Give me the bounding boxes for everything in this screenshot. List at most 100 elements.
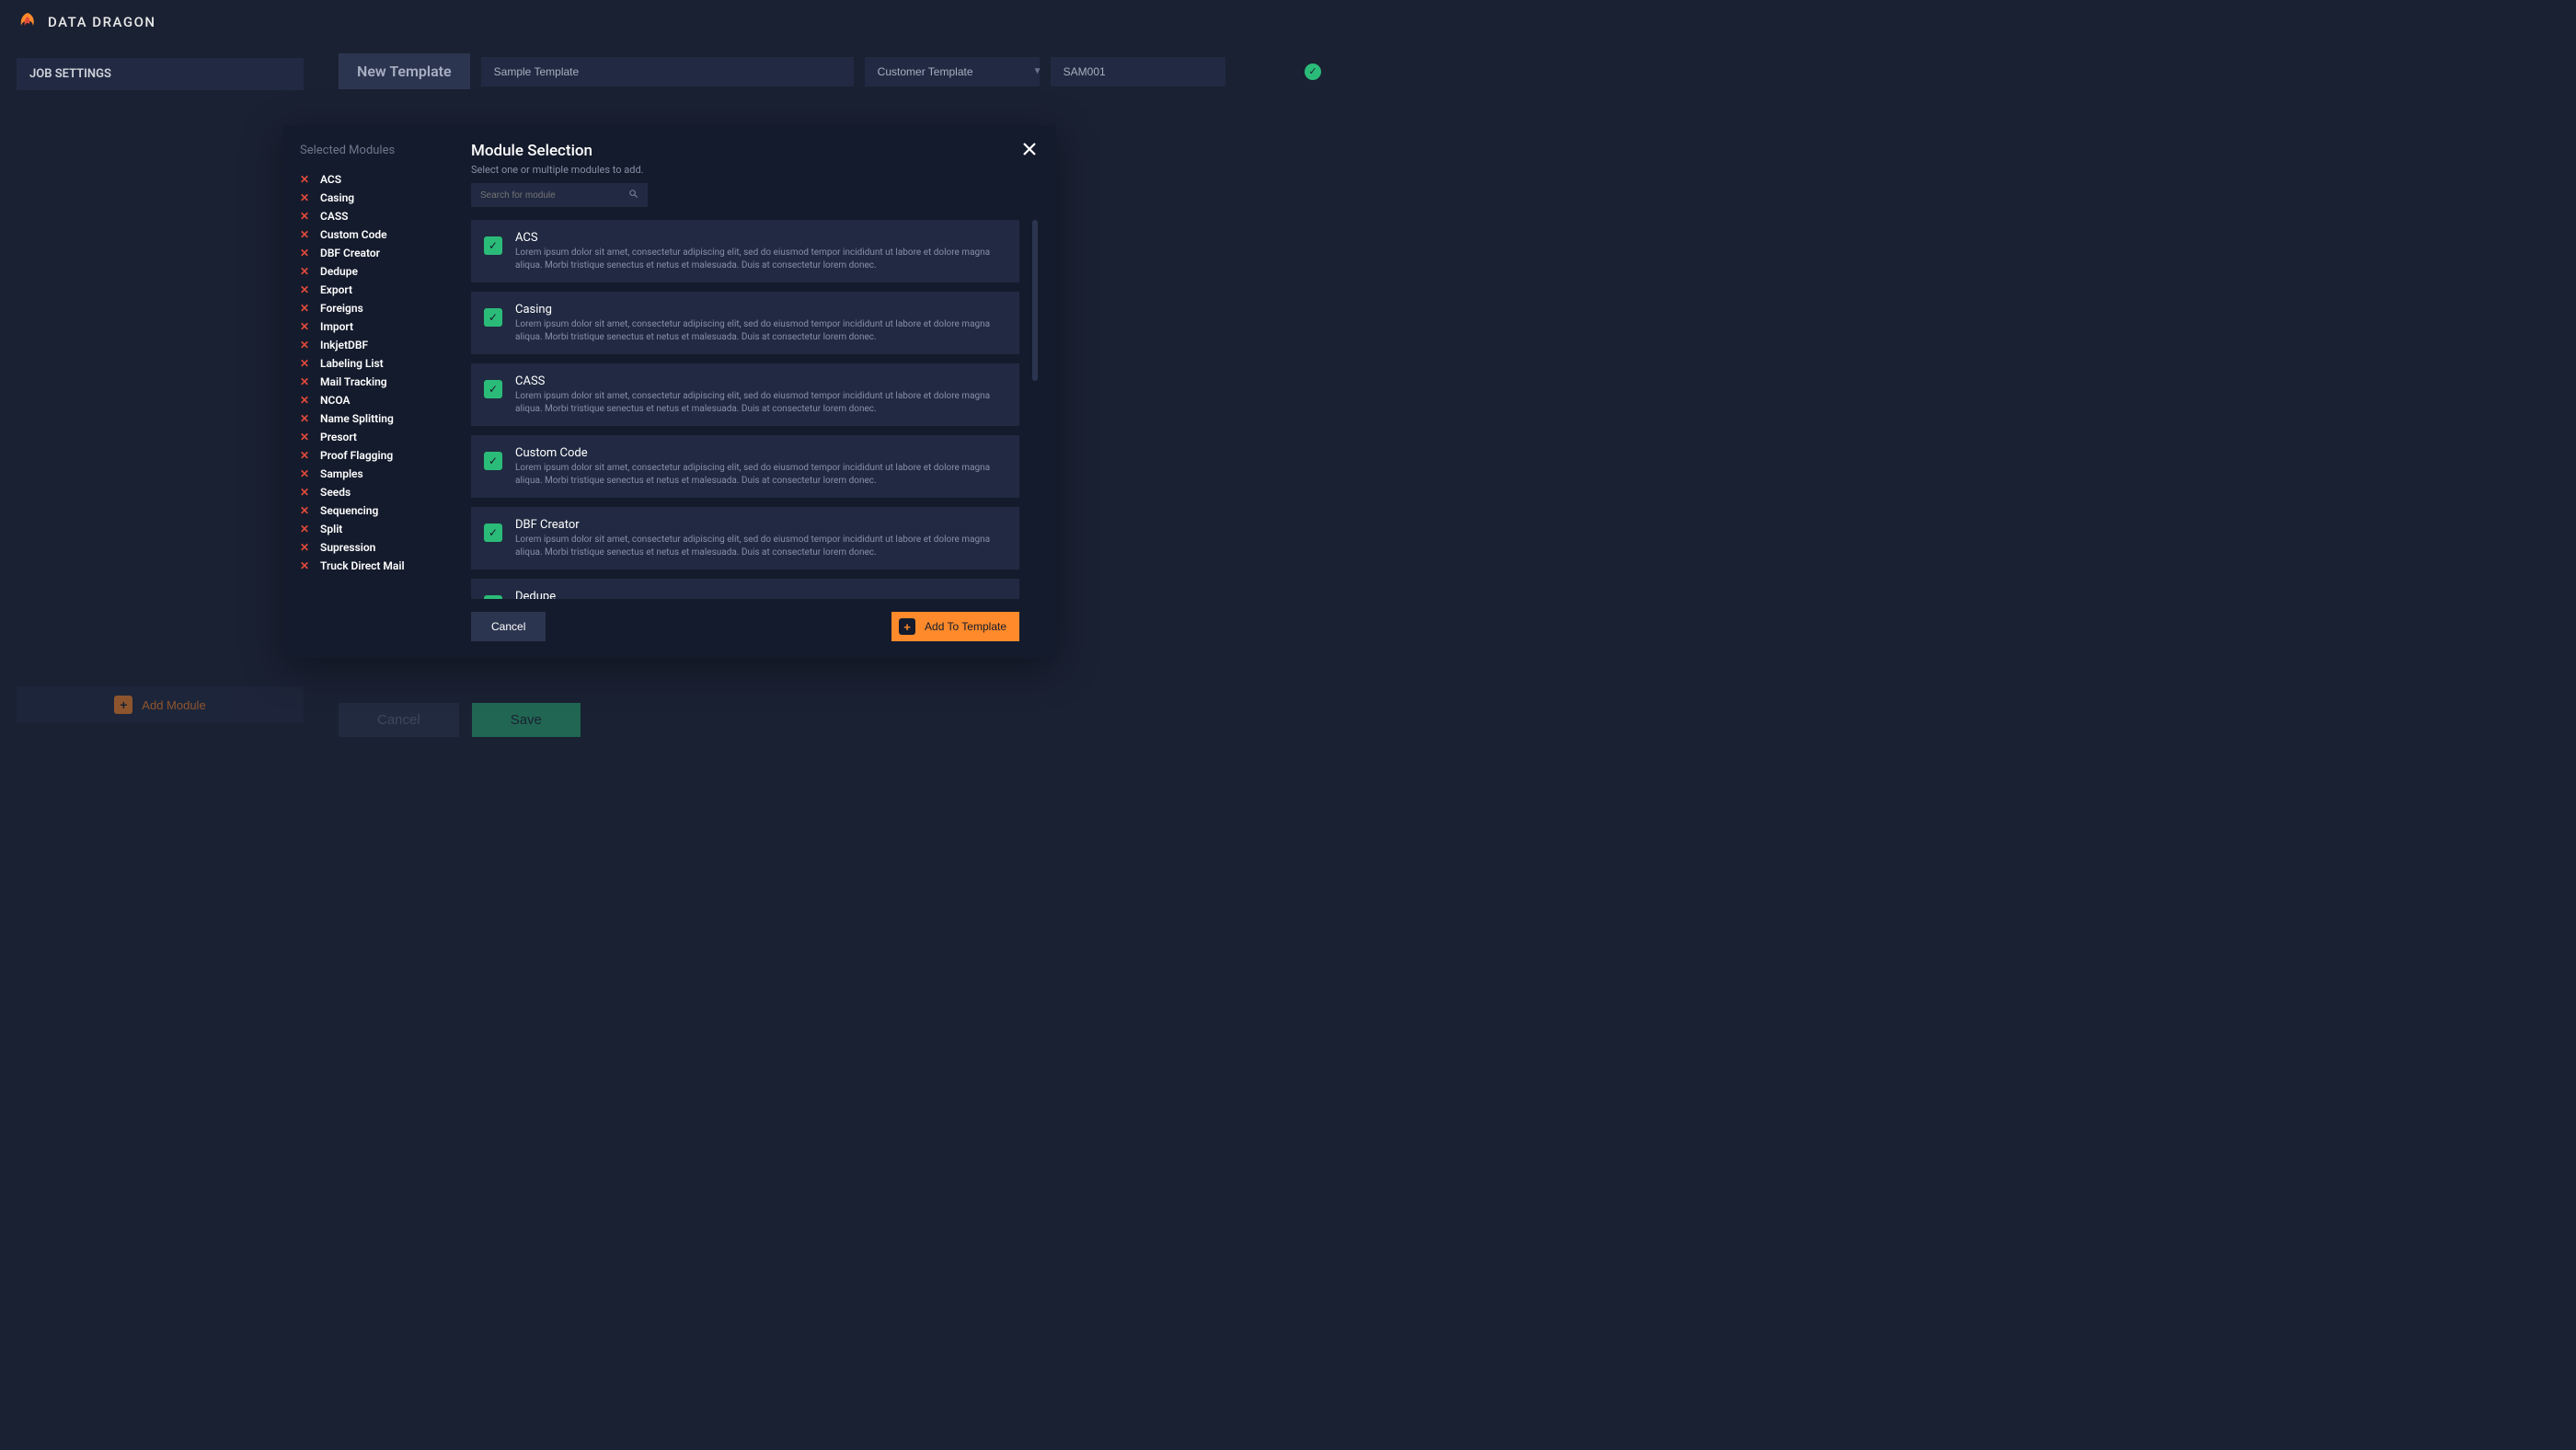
- remove-icon[interactable]: ✕: [300, 449, 311, 462]
- module-desc: Lorem ipsum dolor sit amet, consectetur …: [515, 462, 1006, 487]
- selected-module-item[interactable]: ✕ Supression: [300, 538, 442, 557]
- remove-icon[interactable]: ✕: [300, 320, 311, 333]
- footer-save-button[interactable]: Save: [472, 703, 581, 737]
- selected-module-label: DBF Creator: [320, 247, 380, 259]
- module-desc: Lorem ipsum dolor sit amet, consectetur …: [515, 534, 1006, 558]
- footer-cancel-button[interactable]: Cancel: [339, 703, 459, 737]
- module-card[interactable]: ✓ Custom Code Lorem ipsum dolor sit amet, …: [471, 435, 1019, 498]
- selected-module-item[interactable]: ✕ DBF Creator: [300, 244, 442, 262]
- sample-template-input[interactable]: [481, 57, 854, 86]
- selected-module-item[interactable]: ✕ Name Splitting: [300, 409, 442, 428]
- sam-input[interactable]: [1051, 57, 1225, 86]
- selected-module-label: Supression: [320, 541, 375, 554]
- selected-module-label: ACS: [320, 173, 341, 186]
- selected-module-item[interactable]: ✕Truck Direct Mail: [300, 557, 442, 575]
- selected-module-label: Samples: [320, 467, 363, 480]
- remove-icon[interactable]: ✕: [300, 339, 311, 351]
- close-icon[interactable]: [1021, 140, 1038, 162]
- module-desc: Lorem ipsum dolor sit amet, consectetur …: [515, 390, 1006, 415]
- selected-module-item[interactable]: ✕Dedupe: [300, 262, 442, 281]
- remove-icon[interactable]: ✕: [300, 523, 311, 535]
- modal-subtitle: Select one or multiple modules to add.: [471, 164, 1038, 176]
- selected-module-label: Name Splitting: [320, 412, 394, 425]
- customer-template-select[interactable]: ▼: [865, 57, 1040, 86]
- module-card[interactable]: ✓ CASS Lorem ipsum dolor sit amet, consect…: [471, 363, 1019, 426]
- selected-module-item[interactable]: ✕ Mail Tracking: [300, 373, 442, 391]
- search-input[interactable]: [480, 190, 628, 201]
- remove-icon[interactable]: ✕: [300, 394, 311, 407]
- remove-icon[interactable]: ✕: [300, 210, 311, 223]
- search-module-wrap[interactable]: [471, 183, 648, 207]
- module-card[interactable]: ✓CasingLorem ipsum dolor sit amet, conse…: [471, 292, 1019, 354]
- selected-module-item[interactable]: ✕ Export: [300, 281, 442, 299]
- remove-icon[interactable]: ✕: [300, 265, 311, 278]
- selected-module-label: Presort: [320, 431, 357, 443]
- selected-module-label: Casing: [320, 191, 354, 204]
- remove-icon[interactable]: ✕: [300, 228, 311, 241]
- remove-icon[interactable]: ✕: [300, 302, 311, 315]
- module-desc: Lorem ipsum dolor sit amet, consectetur …: [515, 247, 1006, 271]
- selected-module-label: InkjetDBF: [320, 339, 368, 351]
- selected-module-item[interactable]: ✕ Split: [300, 520, 442, 538]
- module-name: Dedupe: [515, 590, 1006, 599]
- remove-icon[interactable]: ✕: [300, 283, 311, 296]
- selected-module-label: Labeling List: [320, 357, 384, 370]
- module-card[interactable]: ✓ACSLorem ipsum dolor sit amet, consecte…: [471, 220, 1019, 282]
- module-card[interactable]: ✓ DBF Creator Lorem ipsum dolor sit amet, …: [471, 507, 1019, 570]
- selected-module-item[interactable]: ✕Foreigns: [300, 299, 442, 317]
- module-checkbox[interactable]: ✓: [484, 236, 502, 255]
- module-checkbox[interactable]: ✓: [484, 595, 502, 599]
- remove-icon[interactable]: ✕: [300, 559, 311, 572]
- selected-module-item[interactable]: ✕ ACS: [300, 170, 442, 189]
- scrollbar-thumb[interactable]: [1032, 220, 1038, 381]
- selected-module-item[interactable]: ✕ Presort: [300, 428, 442, 446]
- module-name: Custom Code: [515, 446, 1006, 460]
- selected-module-label: Mail Tracking: [320, 375, 387, 388]
- scrollbar[interactable]: [1032, 220, 1038, 599]
- modal-cancel-button[interactable]: Cancel: [471, 612, 546, 641]
- customer-template-input[interactable]: [865, 57, 1033, 86]
- remove-icon[interactable]: ✕: [300, 173, 311, 186]
- selected-module-label: Export: [320, 283, 352, 296]
- module-name: CASS: [515, 374, 1006, 388]
- selected-module-label: CASS: [320, 210, 349, 223]
- selected-module-item[interactable]: ✕NCOA: [300, 391, 442, 409]
- remove-icon[interactable]: ✕: [300, 247, 311, 259]
- selected-module-item[interactable]: ✕ Labeling List: [300, 354, 442, 373]
- selected-module-item[interactable]: ✕ Import: [300, 317, 442, 336]
- selected-module-item[interactable]: ✕ InkjetDBF: [300, 336, 442, 354]
- selected-module-item[interactable]: ✕ Casing: [300, 189, 442, 207]
- module-card[interactable]: ✓DedupeLorem ipsum dolor sit amet, conse…: [471, 579, 1019, 599]
- selected-module-label: Split: [320, 523, 342, 535]
- module-checkbox[interactable]: ✓: [484, 524, 502, 542]
- add-to-template-button[interactable]: + Add To Template: [891, 612, 1019, 641]
- remove-icon[interactable]: ✕: [300, 486, 311, 499]
- chevron-down-icon: ▼: [1033, 66, 1042, 76]
- selected-module-item[interactable]: ✕Seeds: [300, 483, 442, 501]
- remove-icon[interactable]: ✕: [300, 412, 311, 425]
- selected-module-item[interactable]: ✕Sequencing: [300, 501, 442, 520]
- new-template-chip[interactable]: New Template: [339, 53, 470, 89]
- remove-icon[interactable]: ✕: [300, 375, 311, 388]
- selected-module-item[interactable]: ✕ Proof Flagging: [300, 446, 442, 465]
- remove-icon[interactable]: ✕: [300, 541, 311, 554]
- remove-icon[interactable]: ✕: [300, 431, 311, 443]
- selected-module-item[interactable]: ✕ Samples: [300, 465, 442, 483]
- remove-icon[interactable]: ✕: [300, 467, 311, 480]
- module-selection-modal: Selected Modules ✕ACS✕Casing✕CASS✕Custom…: [283, 125, 1056, 658]
- remove-icon[interactable]: ✕: [300, 191, 311, 204]
- selected-module-item[interactable]: ✕Custom Code: [300, 225, 442, 244]
- remove-icon[interactable]: ✕: [300, 504, 311, 517]
- module-name: DBF Creator: [515, 518, 1006, 532]
- selected-modules-title: Selected Modules: [300, 144, 442, 157]
- module-checkbox[interactable]: ✓: [484, 308, 502, 327]
- selected-module-label: Import: [320, 320, 353, 333]
- module-checkbox[interactable]: ✓: [484, 380, 502, 398]
- status-check-icon: ✓: [1305, 63, 1321, 80]
- selected-module-item[interactable]: ✕ CASS: [300, 207, 442, 225]
- plus-icon: +: [899, 618, 915, 635]
- selected-module-label: Proof Flagging: [320, 449, 393, 462]
- remove-icon[interactable]: ✕: [300, 357, 311, 370]
- add-module-button[interactable]: + Add Module: [17, 686, 304, 723]
- module-checkbox[interactable]: ✓: [484, 452, 502, 470]
